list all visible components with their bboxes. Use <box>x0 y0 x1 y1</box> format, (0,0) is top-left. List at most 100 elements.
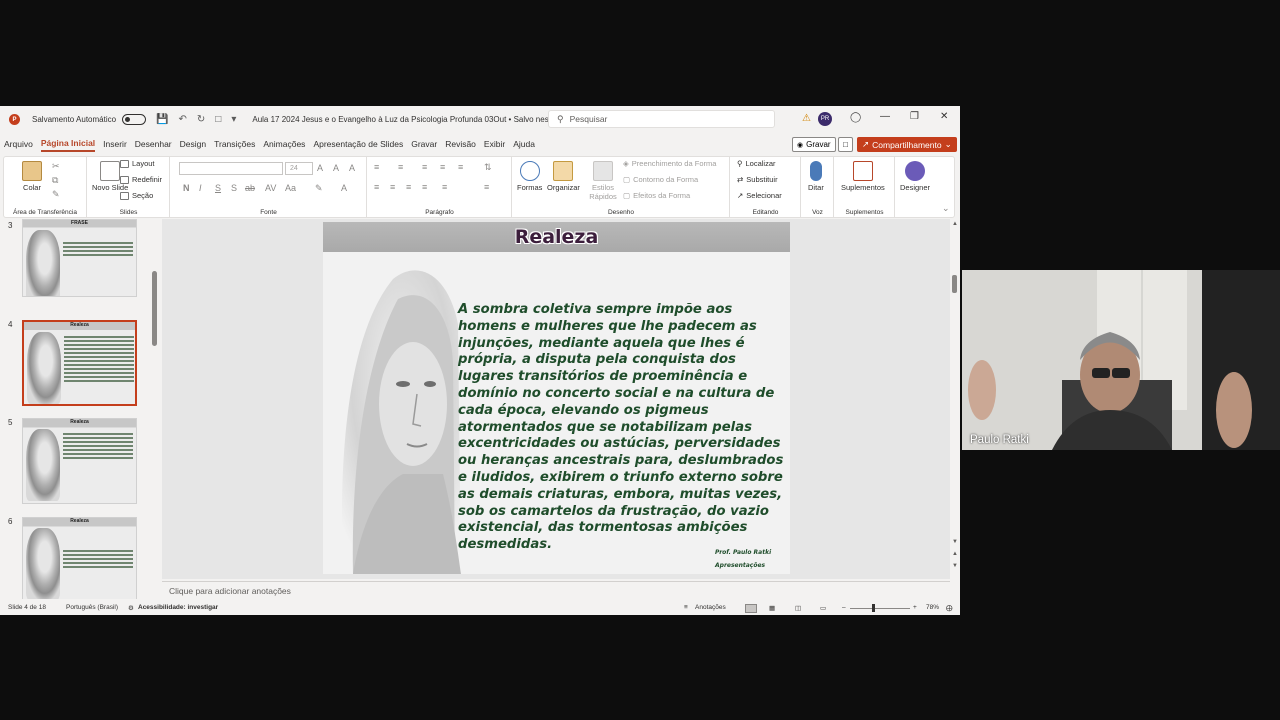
align-text-icon[interactable]: ≡ <box>484 182 489 192</box>
font-size-box[interactable]: 24 <box>285 162 313 175</box>
align-left-icon[interactable]: ≡ <box>374 182 379 192</box>
tab-ajuda[interactable]: Ajuda <box>513 137 535 151</box>
slide-body-text[interactable]: A sombra coletiva sempre impõe aos homen… <box>458 302 786 554</box>
text-direction-icon[interactable]: ⇅ <box>484 162 492 173</box>
fit-to-window-icon[interactable]: ⨁ <box>946 604 953 612</box>
font-grow-icon[interactable]: A <box>317 163 323 173</box>
tab-transicoes[interactable]: Transições <box>214 137 255 151</box>
font-shrink-icon[interactable]: A <box>333 163 339 173</box>
zoom-in-icon[interactable]: + <box>913 604 917 611</box>
section-button[interactable]: Seção <box>120 191 153 200</box>
zoom-slider[interactable] <box>850 608 910 609</box>
slide-sorter-icon[interactable]: ▦ <box>769 604 775 612</box>
slide-thumbnail[interactable]: Realeza <box>22 517 137 599</box>
tab-pagina-inicial[interactable]: Página Inicial <box>40 136 96 152</box>
numbering-icon[interactable]: ≡ <box>398 162 403 172</box>
line-spacing-icon[interactable]: ≡ <box>458 162 463 172</box>
increase-indent-icon[interactable]: ≡ <box>440 162 445 172</box>
addins-button[interactable]: Suplementos <box>841 161 885 192</box>
slide-thumbnail-selected[interactable]: Realeza <box>22 320 137 406</box>
designer-button[interactable]: Designer <box>900 161 930 192</box>
redo-icon[interactable]: ↻ <box>197 114 205 125</box>
minimize-icon[interactable]: — <box>880 111 890 122</box>
restore-icon[interactable]: ❐ <box>910 111 919 122</box>
arrange-button[interactable]: Organizar <box>547 161 580 192</box>
bold-icon[interactable]: N <box>183 183 190 193</box>
shape-effects-button[interactable]: ▢ Efeitos da Forma <box>623 191 690 200</box>
thumbnail-scrollbar[interactable] <box>152 271 157 346</box>
share-button[interactable]: ↗ Compartilhamento ⌄ <box>857 137 957 152</box>
normal-view-icon[interactable] <box>745 604 757 613</box>
present-icon[interactable]: □ <box>215 114 221 125</box>
notes-pane[interactable]: Clique para adicionar anotações <box>162 581 950 601</box>
autosave-toggle[interactable] <box>122 114 147 125</box>
reset-button[interactable]: Redefinir <box>120 175 162 184</box>
undo-icon[interactable]: ↶ <box>179 114 187 125</box>
scroll-thumb[interactable] <box>952 275 957 293</box>
shape-outline-button[interactable]: ▢ Contorno da Forma <box>623 175 698 184</box>
slide-title[interactable]: Realeza <box>515 226 599 248</box>
notes-toggle[interactable]: Anotações <box>695 604 726 611</box>
tab-animacoes[interactable]: Animações <box>263 137 305 151</box>
slide-thumbnail[interactable]: FRASE <box>22 219 137 297</box>
tab-gravar[interactable]: Gravar <box>411 137 437 151</box>
align-center-icon[interactable]: ≡ <box>390 182 395 192</box>
tab-exibir[interactable]: Exibir <box>484 137 505 151</box>
close-icon[interactable]: ✕ <box>940 111 948 122</box>
search-box[interactable]: ⚲ Pesquisar <box>548 110 775 128</box>
select-button[interactable]: ↗ Selecionar <box>737 191 782 200</box>
cut-icon[interactable]: ✂ <box>52 161 60 172</box>
columns-icon[interactable]: ≡ <box>442 182 447 192</box>
shape-fill-button[interactable]: ◈ Preenchimento da Forma <box>623 159 716 168</box>
format-painter-icon[interactable]: ✎ <box>52 189 60 200</box>
clear-format-icon[interactable]: A <box>349 163 355 173</box>
paste-button[interactable]: Colar <box>22 161 42 192</box>
warning-icon[interactable]: ⚠ <box>802 113 811 124</box>
scroll-down-icon[interactable]: ▼ <box>952 539 958 545</box>
reading-view-icon[interactable]: ◫ <box>795 604 801 612</box>
highlight-icon[interactable]: ✎ <box>315 183 323 194</box>
accessibility-status[interactable]: Acessibilidade: investigar <box>138 604 218 611</box>
underline-icon[interactable]: S <box>215 183 221 193</box>
dictate-button[interactable]: Ditar <box>808 161 824 192</box>
document-title[interactable]: Aula 17 2024 Jesus e o Evangelho à Luz d… <box>252 115 568 124</box>
avatar[interactable]: PR <box>818 112 832 126</box>
record-button[interactable]: ◉ Gravar <box>792 137 836 152</box>
layout-button[interactable]: Layout <box>120 159 155 168</box>
spacing-icon[interactable]: AV <box>265 183 276 193</box>
font-color-icon[interactable]: A <box>341 183 347 193</box>
lightbulb-icon[interactable]: ◯ <box>850 112 861 123</box>
current-slide[interactable]: Realeza A sombra coletiva sempre impõe a… <box>323 222 790 574</box>
zoom-slider-thumb[interactable] <box>872 604 875 612</box>
scroll-up-icon[interactable]: ▲ <box>952 221 958 227</box>
font-name-box[interactable] <box>179 162 283 175</box>
quick-styles-button[interactable]: Estilos Rápidos <box>587 161 619 201</box>
tab-apresentacao[interactable]: Apresentação de Slides <box>313 137 403 151</box>
align-right-icon[interactable]: ≡ <box>406 182 411 192</box>
italic-icon[interactable]: I <box>199 183 202 193</box>
zoom-level[interactable]: 78% <box>926 604 939 611</box>
bullets-icon[interactable]: ≡ <box>374 162 379 172</box>
save-icon[interactable]: 💾 <box>156 114 168 125</box>
find-button[interactable]: ⚲ Localizar <box>737 159 776 168</box>
editor-scrollbar[interactable]: ▲ ▼ ▲ ▼ <box>950 219 960 579</box>
slide-credit[interactable]: Prof. Paulo Ratki Apresentações <box>715 546 771 572</box>
case-icon[interactable]: Aa <box>285 183 296 193</box>
decrease-indent-icon[interactable]: ≡ <box>422 162 427 172</box>
comments-button[interactable]: □ <box>838 137 853 152</box>
tab-desenhar[interactable]: Desenhar <box>135 137 172 151</box>
tab-inserir[interactable]: Inserir <box>103 137 127 151</box>
strikethrough-icon[interactable]: ab <box>245 183 255 193</box>
tab-design[interactable]: Design <box>180 137 206 151</box>
zoom-out-icon[interactable]: – <box>842 604 846 611</box>
shapes-button[interactable]: Formas <box>517 161 542 192</box>
replace-button[interactable]: ⇄ Substituir <box>737 175 778 184</box>
tab-arquivo[interactable]: Arquivo <box>4 137 33 151</box>
justify-icon[interactable]: ≡ <box>422 182 427 192</box>
slideshow-icon[interactable]: ▭ <box>820 604 826 612</box>
previous-slide-icon[interactable]: ▲ <box>952 551 958 557</box>
customize-toolbar-icon[interactable]: ▾ <box>231 114 236 125</box>
copy-icon[interactable]: ⧉ <box>52 175 58 186</box>
next-slide-icon[interactable]: ▼ <box>952 563 958 569</box>
slide-thumbnail[interactable]: Realeza <box>22 418 137 504</box>
